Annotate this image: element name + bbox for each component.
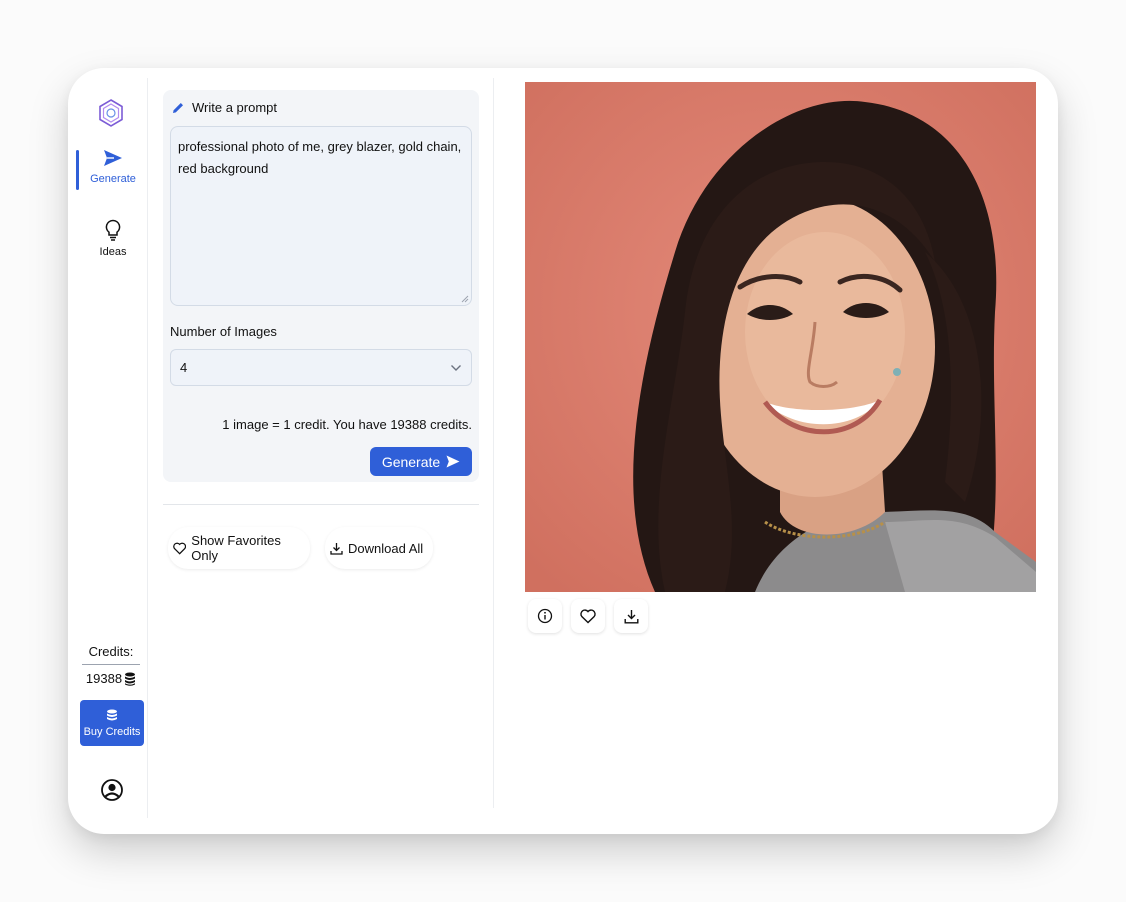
show-favorites-label: Show Favorites Only: [191, 533, 281, 563]
image-actions: [528, 599, 648, 633]
heart-icon: [173, 542, 187, 555]
panel-separator: [163, 504, 479, 505]
heart-icon: [580, 608, 596, 623]
num-images-value: 4: [180, 360, 188, 375]
credits-block: Credits: 19388: [80, 644, 142, 686]
active-indicator: [76, 150, 79, 190]
nav-generate[interactable]: Generate: [76, 148, 150, 190]
prompt-header: Write a prompt: [171, 100, 277, 115]
coins-icon: [107, 709, 117, 720]
generated-image[interactable]: [525, 82, 1036, 592]
prompt-textarea[interactable]: professional photo of me, grey blazer, g…: [170, 126, 472, 306]
num-images-label: Number of Images: [170, 324, 277, 339]
resize-grip-icon[interactable]: [461, 295, 469, 303]
logo-icon: [99, 99, 123, 127]
account-icon[interactable]: [100, 778, 124, 802]
image-download-button[interactable]: [614, 599, 648, 633]
download-all-button[interactable]: Download All: [325, 527, 433, 569]
chevron-down-icon: [451, 364, 461, 371]
prompt-text: professional photo of me, grey blazer, g…: [178, 139, 462, 176]
download-icon: [624, 609, 638, 623]
image-info-button[interactable]: [528, 599, 562, 633]
credits-label: Credits:: [88, 644, 134, 659]
portrait-illustration: [525, 82, 1036, 592]
download-icon: [330, 542, 343, 555]
sidebar: Generate Ideas Credits: 19388 Buy Credit…: [68, 78, 148, 818]
pencil-icon: [173, 102, 183, 113]
prompt-panel: Write a prompt professional photo of me,…: [163, 90, 479, 482]
nav-generate-label: Generate: [90, 173, 136, 185]
prompt-title: Write a prompt: [192, 100, 278, 115]
credits-value: 19388: [85, 671, 123, 686]
lightbulb-icon: [105, 219, 121, 241]
generate-label: Generate: [381, 453, 441, 470]
send-icon: [104, 150, 122, 166]
app-window: Generate Ideas Credits: 19388 Buy Credit…: [68, 68, 1058, 834]
credits-divider: [82, 664, 140, 665]
send-icon: [446, 455, 460, 468]
info-icon: [537, 608, 553, 624]
column-divider: [493, 78, 494, 808]
nav-ideas[interactable]: Ideas: [76, 219, 150, 258]
show-favorites-button[interactable]: Show Favorites Only: [168, 527, 310, 569]
nav-ideas-label: Ideas: [99, 246, 127, 258]
generate-button[interactable]: Generate: [370, 447, 472, 476]
credits-value-row: 19388: [80, 671, 142, 686]
image-favorite-button[interactable]: [571, 599, 605, 633]
num-images-select[interactable]: 4: [170, 349, 472, 386]
credit-note: 1 image = 1 credit. You have 19388 credi…: [222, 417, 472, 432]
coins-icon: [125, 672, 136, 686]
buy-credits-label: Buy Credits: [83, 725, 141, 738]
download-all-label: Download All: [348, 540, 424, 556]
buy-credits-button[interactable]: Buy Credits: [80, 700, 144, 746]
